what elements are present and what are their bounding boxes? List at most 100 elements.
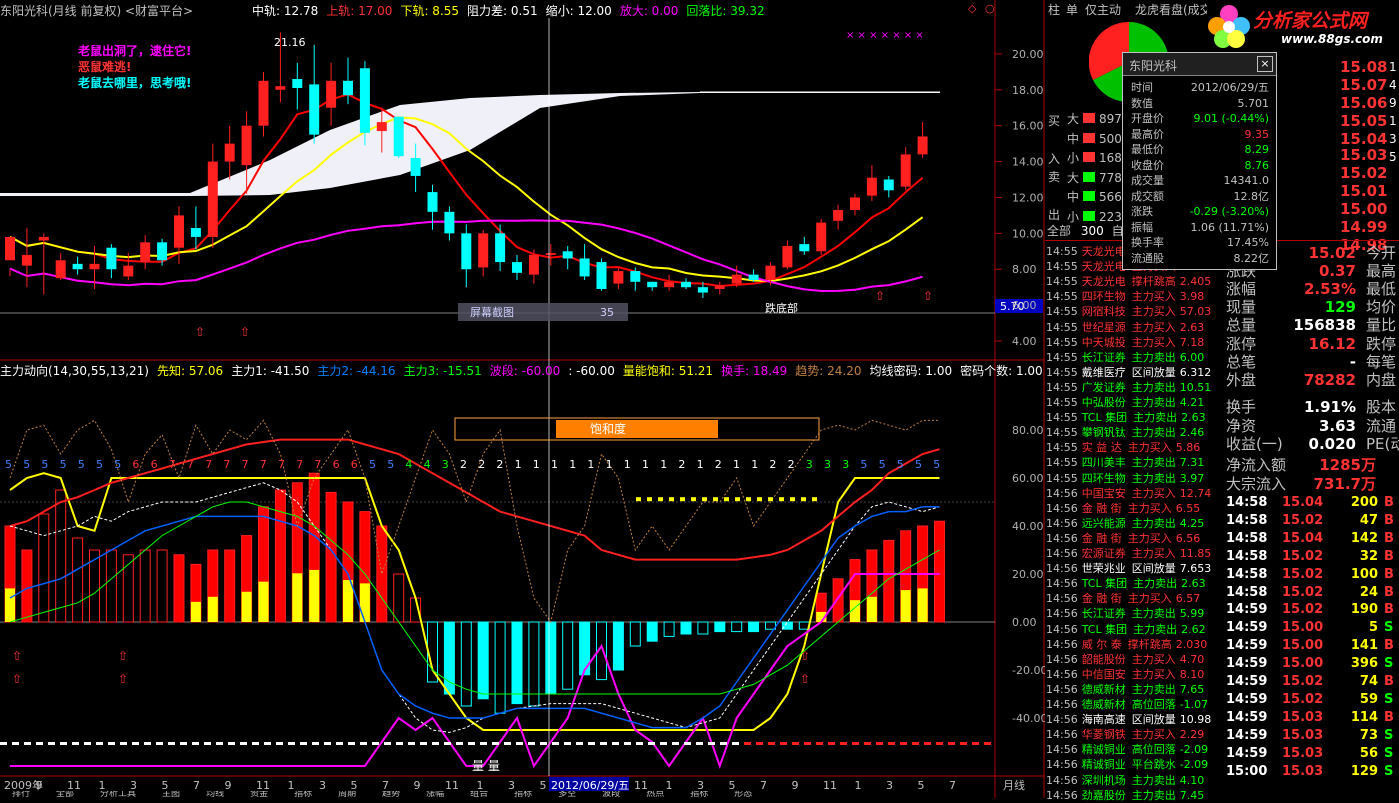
bottom-tab[interactable]: 多空 xyxy=(558,791,576,798)
digit-cell: 5 xyxy=(5,458,12,471)
bottom-tab[interactable]: 资金 xyxy=(250,791,268,798)
bottom-tab[interactable]: 周期 xyxy=(338,791,356,798)
trade-side: S xyxy=(1384,745,1394,761)
base-dash xyxy=(24,742,31,745)
period-label[interactable]: 月线 xyxy=(1003,778,1025,792)
bottom-tab[interactable]: 分析工具 xyxy=(100,791,136,798)
ticker-row[interactable]: 14:55 四环生物 主力卖出 3.97 xyxy=(1046,471,1204,486)
base-dash xyxy=(780,742,787,745)
size-swatch xyxy=(1083,210,1096,221)
bottom-tab[interactable]: 波段 xyxy=(602,791,620,798)
ticker-row[interactable]: 14:56 金 融 街主力买入 6.56 xyxy=(1046,531,1200,546)
bottom-tab[interactable]: 趋势 xyxy=(382,791,400,798)
candle-body xyxy=(326,80,337,108)
ticker-row[interactable]: 14:56 TCL 集团 主力卖出 2.63 xyxy=(1046,576,1206,591)
flower-logo-icon xyxy=(1208,5,1250,48)
bottom-tab[interactable]: 热点 xyxy=(646,791,664,798)
ticker-row[interactable]: 14:55 四环生物 主力买入 3.98 xyxy=(1046,289,1204,304)
ticker-row[interactable]: 14:56 劲嘉股份 主力卖出 7.45 xyxy=(1046,788,1204,803)
ticker-row[interactable]: 14:56 精诚铜业 高位回落 -2.09 xyxy=(1046,742,1208,757)
ticker-row[interactable]: 14:56 中国宝安 主力买入 12.74 xyxy=(1046,486,1211,501)
ticker-row[interactable]: 14:55 网宿科技 主力买入 57.03 xyxy=(1046,304,1211,319)
ticker-row[interactable]: 14:56 海南高速 区间放量 10.98 xyxy=(1046,712,1211,727)
ticker-value: 4.10 xyxy=(1179,773,1205,787)
popup-key: 振幅 xyxy=(1131,220,1153,234)
trade-time: 14:59 xyxy=(1226,602,1268,618)
bottom-tab[interactable]: 形态 xyxy=(734,791,752,798)
popup-value: 8.76 xyxy=(1244,158,1270,172)
ticker-row[interactable]: 14:55 世纪星源 主力买入 2.63 xyxy=(1046,320,1204,335)
trade-price: 15.02 xyxy=(1282,566,1324,582)
ticker-row[interactable]: 14:56 韶能股份 主力买入 4.70 xyxy=(1046,652,1204,667)
ticker-name: 金 融 街 xyxy=(1081,531,1122,545)
bottom-tab-strip[interactable]: 排行 全部 分析工具 主图 均线 资金 指标 周期 趋势 涨幅 组合 指标 多空 波段 热点 指标 形态 xyxy=(0,791,1045,798)
digit-cell: 1 xyxy=(624,458,631,471)
bottom-tab[interactable]: 全部 xyxy=(56,791,74,798)
saturation-dot xyxy=(669,497,674,502)
ticker-row[interactable]: 14:56 德威新材 高位回落 -1.07 xyxy=(1046,697,1208,712)
ticker-row[interactable]: 14:55 攀钢钒钛 主力卖出 2.46 xyxy=(1046,425,1204,440)
screen-btn-label[interactable]: 屏幕截图 xyxy=(470,305,514,319)
bottom-tab[interactable]: 主图 xyxy=(162,791,180,798)
ticker-row[interactable]: 14:55 长江证券 主力卖出 6.00 xyxy=(1046,350,1204,365)
digit-cell: 2 xyxy=(478,458,485,471)
ticker-row[interactable]: 14:55 中弘股份 主力卖出 4.21 xyxy=(1046,395,1204,410)
ticker-row[interactable]: 14:56 TCL 集团 主力卖出 2.62 xyxy=(1046,622,1206,637)
bottom-tab[interactable]: 排行 xyxy=(12,791,30,798)
quote-label: 总笔 xyxy=(1226,352,1257,371)
ticker-row[interactable]: 14:56 远兴能源 主力卖出 4.25 xyxy=(1046,516,1204,531)
size-label: 大 xyxy=(1067,112,1080,126)
ticker-row[interactable]: 14:56 德威新材 主力卖出 7.65 xyxy=(1046,682,1204,697)
ticker-row[interactable]: 14:56 华菱钢铁 主力买入 2.29 xyxy=(1046,727,1204,742)
base-dash xyxy=(144,742,151,745)
ticker-row[interactable]: 14:55 广发证券 主力卖出 10.51 xyxy=(1046,380,1211,395)
close-icon[interactable]: × xyxy=(1257,56,1273,72)
indicator-item: 均线密码: 1.00 xyxy=(869,364,953,378)
main-chart-area[interactable]: 5555555667777777776655443222111111111212… xyxy=(0,0,1045,798)
popup-titlebar[interactable]: 东阳光科 × xyxy=(1123,53,1276,76)
header-item: 回落比: 39.32 xyxy=(686,4,765,18)
bottom-tab[interactable]: 指标 xyxy=(690,791,708,798)
ticker-value: 2.29 xyxy=(1179,728,1205,742)
ticker-row[interactable]: 14:56 宏源证券 主力买入 11.85 xyxy=(1046,546,1211,561)
candle-body xyxy=(410,157,421,176)
bottom-tab[interactable]: 涨幅 xyxy=(426,791,444,798)
base-dash xyxy=(660,742,667,745)
tab-dragon-tiger[interactable]: 龙虎看盘(成交 xyxy=(1135,0,1212,20)
ticker-row[interactable]: 14:55 实 益 达主力买入 5.86 xyxy=(1046,440,1200,455)
bottom-tab[interactable]: 均线 xyxy=(206,791,224,798)
ticker-row[interactable]: 14:55 中天城投 主力买入 7.18 xyxy=(1046,335,1204,350)
logo-url[interactable]: www.88gs.com xyxy=(1281,32,1383,46)
ticker-row[interactable]: 14:56 金 融 街主力买入 6.55 xyxy=(1046,501,1200,516)
bottom-tab[interactable]: 指标 xyxy=(294,791,312,798)
ticker-row[interactable]: 14:55 四川美丰 主力卖出 7.31 xyxy=(1046,455,1204,470)
ticker-row[interactable]: 14:55 TCL 集团 主力卖出 2.63 xyxy=(1046,410,1206,425)
ticker-row[interactable]: 14:56 深圳机场 主力卖出 4.10 xyxy=(1046,773,1204,788)
ticker-row[interactable]: 14:56 威 尔 泰撑杆跳高 2.030 xyxy=(1046,637,1207,652)
tab-active-only[interactable]: 仅主动 xyxy=(1085,0,1121,20)
volume-bar-inner xyxy=(292,573,303,622)
svg-text:× × × × × × ×: × × × × × × × xyxy=(846,30,924,41)
trade-qty: 59 xyxy=(1359,691,1378,707)
ticker-row[interactable]: 14:55 戴维医疗 区间放量 6.312 xyxy=(1046,365,1211,380)
ticker-value: 3.97 xyxy=(1179,471,1205,485)
tab-bar[interactable]: 柱 xyxy=(1048,0,1060,20)
ticker-row[interactable]: 14:56 精诚铜业 平台跳水 -2.09 xyxy=(1046,757,1208,772)
ticker-row[interactable]: 14:56 世荣兆业 区间放量 7.653 xyxy=(1046,561,1211,576)
ticker-time: 14:56 xyxy=(1046,788,1078,802)
bottom-tab[interactable]: 指标 xyxy=(514,791,532,798)
ticker-value: 57.03 xyxy=(1179,305,1212,319)
volume-bar xyxy=(325,491,337,623)
bottom-tab[interactable]: 组合 xyxy=(470,791,488,798)
digit-cell: 1 xyxy=(660,458,667,471)
ticker-row[interactable]: 14:55 天龙光电 撑杆跳高 2.405 xyxy=(1046,274,1211,289)
trade-qty: 73 xyxy=(1359,727,1378,743)
ticker-row[interactable]: 14:56 金 融 街主力买入 6.57 xyxy=(1046,591,1200,606)
popup-key: 最高价 xyxy=(1131,127,1164,141)
popup-key: 数值 xyxy=(1131,96,1153,110)
ticker-row[interactable]: 14:56 长江证券 主力卖出 5.99 xyxy=(1046,606,1204,621)
ticker-row[interactable]: 14:56 中信国安 主力买入 8.10 xyxy=(1046,667,1204,682)
tab-order[interactable]: 单 xyxy=(1066,0,1078,20)
ticker-name: 深圳机场 xyxy=(1081,773,1126,787)
info-popup[interactable]: 东阳光科 × 时间 2012/06/29/五 数值 5.701 开盘价 9.01 (-0.… xyxy=(1122,52,1277,270)
